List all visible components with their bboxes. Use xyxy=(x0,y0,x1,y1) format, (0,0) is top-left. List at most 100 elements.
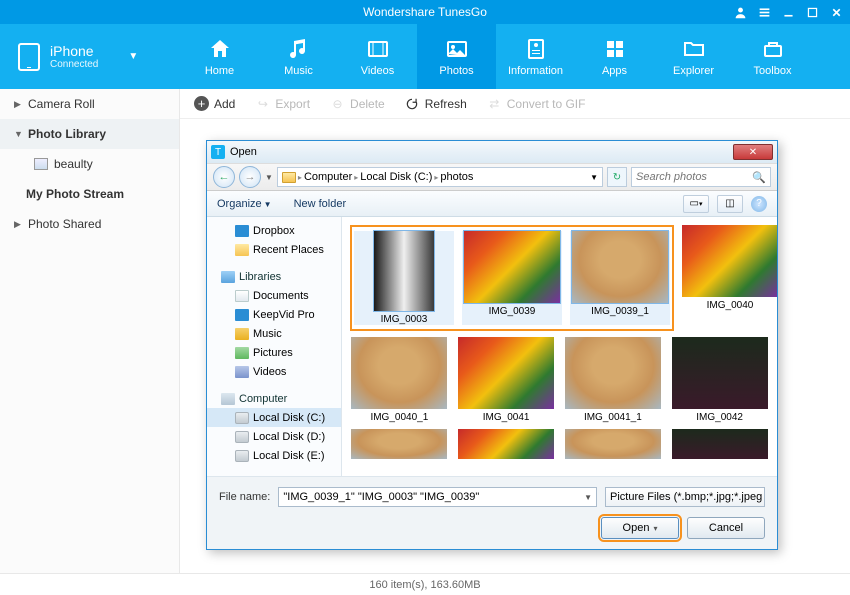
music-icon xyxy=(286,36,312,62)
close-icon[interactable] xyxy=(828,4,844,20)
chevron-down-icon[interactable]: ▼ xyxy=(265,173,273,182)
documents-icon xyxy=(235,290,249,302)
tree-drive-c[interactable]: Local Disk (C:) xyxy=(207,408,341,427)
sidebar-item-camera-roll[interactable]: ▶Camera Roll xyxy=(0,89,179,119)
refresh-button[interactable]: ↻ xyxy=(607,167,627,187)
computer-icon xyxy=(221,393,235,405)
tree-music[interactable]: Music xyxy=(207,324,341,343)
app-title: Wondershare TunesGo xyxy=(363,5,487,19)
left-sidebar: ▶Camera Roll ▼Photo Library beaulty My P… xyxy=(0,89,180,573)
minus-icon: ⊖ xyxy=(330,96,345,111)
nav-music[interactable]: Music xyxy=(259,24,338,89)
convert-gif-button[interactable]: ⇄Convert to GIF xyxy=(487,96,586,111)
cancel-button[interactable]: Cancel xyxy=(687,517,765,539)
file-thumb[interactable] xyxy=(350,429,449,462)
search-box[interactable]: 🔍 xyxy=(631,167,771,187)
add-button[interactable]: +Add xyxy=(194,96,235,111)
file-thumb[interactable] xyxy=(564,429,663,462)
file-thumb[interactable] xyxy=(457,429,556,462)
refresh-button[interactable]: Refresh xyxy=(405,96,467,111)
sidebar-item-my-stream[interactable]: My Photo Stream xyxy=(0,179,179,209)
device-selector[interactable]: iPhone Connected ▼ xyxy=(0,24,180,89)
tree-keepvid[interactable]: KeepVid Pro xyxy=(207,305,341,324)
file-thumb[interactable] xyxy=(670,429,769,462)
folder-icon xyxy=(282,172,296,183)
tree-drive-e[interactable]: Local Disk (E:) xyxy=(207,446,341,465)
window-controls xyxy=(732,0,844,24)
tree-drive-d[interactable]: Local Disk (D:) xyxy=(207,427,341,446)
preview-pane-button[interactable]: ◫ xyxy=(717,195,743,213)
search-icon: 🔍 xyxy=(752,171,766,184)
file-thumb[interactable]: IMG_0040 xyxy=(682,225,777,331)
home-icon xyxy=(207,36,233,62)
dialog-titlebar[interactable]: T Open ✕ xyxy=(207,141,777,163)
tree-documents[interactable]: Documents xyxy=(207,286,341,305)
file-thumb[interactable]: IMG_0039_1 xyxy=(570,231,670,325)
menu-icon[interactable] xyxy=(756,4,772,20)
search-input[interactable] xyxy=(636,171,748,183)
dialog-bottom: File name: "IMG_0039_1" "IMG_0003" "IMG_… xyxy=(207,476,777,549)
organize-button[interactable]: Organize▼ xyxy=(217,198,272,210)
drive-icon xyxy=(235,450,249,462)
export-button[interactable]: ↪Export xyxy=(255,96,310,111)
nav-toolbox[interactable]: Toolbox xyxy=(733,24,812,89)
thumb-image xyxy=(565,429,661,459)
thumb-image xyxy=(682,225,777,297)
thumb-image xyxy=(464,231,560,303)
new-folder-button[interactable]: New folder xyxy=(294,198,347,210)
chevron-down-icon[interactable]: ▼ xyxy=(584,493,592,502)
recent-icon xyxy=(235,244,249,256)
file-thumb[interactable]: IMG_0003 xyxy=(354,231,454,325)
file-type-filter[interactable]: Picture Files (*.bmp;*.jpg;*.jpeg▼ xyxy=(605,487,765,507)
file-grid[interactable]: IMG_0003 IMG_0039 IMG_0039_1 IMG_0040 IM… xyxy=(342,217,777,476)
file-thumb[interactable]: IMG_0040_1 xyxy=(350,337,449,423)
device-status: Connected xyxy=(50,59,98,70)
help-button[interactable]: ? xyxy=(751,196,767,212)
triangle-icon: ▶ xyxy=(14,99,22,110)
back-button[interactable]: ← xyxy=(213,166,235,188)
nav-information[interactable]: Information xyxy=(496,24,575,89)
filename-input[interactable]: "IMG_0039_1" "IMG_0003" "IMG_0039"▼ xyxy=(278,487,597,507)
minimize-icon[interactable] xyxy=(780,4,796,20)
tree-pictures[interactable]: Pictures xyxy=(207,343,341,362)
triangle-icon: ▼ xyxy=(14,129,22,139)
maximize-icon[interactable] xyxy=(804,4,820,20)
nav-videos[interactable]: Videos xyxy=(338,24,417,89)
nav-home[interactable]: Home xyxy=(180,24,259,89)
phone-icon xyxy=(18,43,40,71)
file-thumb[interactable]: IMG_0041 xyxy=(457,337,556,423)
user-icon[interactable] xyxy=(732,4,748,20)
chevron-down-icon[interactable]: ▼ xyxy=(590,173,598,182)
forward-button[interactable]: → xyxy=(239,166,261,188)
music-icon xyxy=(235,328,249,340)
dialog-toolbar: Organize▼ New folder ▭▾ ◫ ? xyxy=(207,191,777,217)
dialog-title: Open xyxy=(230,146,257,158)
open-button[interactable]: Open▾ xyxy=(601,517,679,539)
sidebar-item-photo-shared[interactable]: ▶Photo Shared xyxy=(0,209,179,239)
device-name: iPhone xyxy=(50,43,98,59)
view-mode-button[interactable]: ▭▾ xyxy=(683,195,709,213)
file-thumb[interactable]: IMG_0041_1 xyxy=(564,337,663,423)
file-thumb[interactable]: IMG_0042 xyxy=(670,337,769,423)
file-thumb[interactable]: IMG_0039 xyxy=(462,231,562,325)
thumb-image xyxy=(351,337,447,409)
keepvid-icon xyxy=(235,309,249,321)
apps-icon xyxy=(602,36,628,62)
nav-photos[interactable]: Photos xyxy=(417,24,496,89)
pictures-icon xyxy=(235,347,249,359)
tree-libraries[interactable]: Libraries xyxy=(207,267,341,286)
dialog-close-button[interactable]: ✕ xyxy=(733,144,773,160)
delete-button[interactable]: ⊖Delete xyxy=(330,96,385,111)
breadcrumb[interactable]: ▸ Computer▸ Local Disk (C:)▸ photos ▼ xyxy=(277,167,603,187)
tree-recent[interactable]: Recent Places xyxy=(207,240,341,259)
thumb-image xyxy=(458,429,554,459)
video-icon xyxy=(365,36,391,62)
sidebar-item-beauty[interactable]: beaulty xyxy=(0,149,179,179)
sidebar-item-photo-library[interactable]: ▼Photo Library xyxy=(0,119,179,149)
nav-apps[interactable]: Apps xyxy=(575,24,654,89)
tree-dropbox[interactable]: Dropbox xyxy=(207,221,341,240)
tree-computer[interactable]: Computer xyxy=(207,389,341,408)
nav-explorer[interactable]: Explorer xyxy=(654,24,733,89)
dialog-nav: ← → ▼ ▸ Computer▸ Local Disk (C:)▸ photo… xyxy=(207,163,777,191)
tree-videos[interactable]: Videos xyxy=(207,362,341,381)
